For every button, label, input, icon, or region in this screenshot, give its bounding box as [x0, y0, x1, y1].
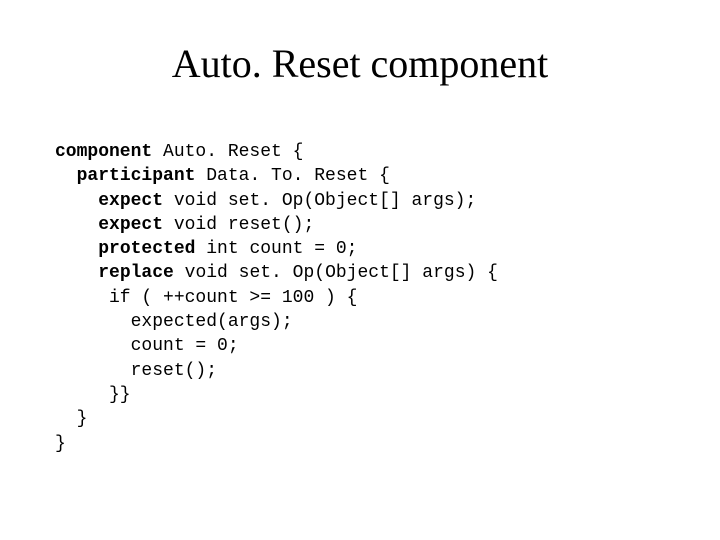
code-text: }}	[55, 385, 131, 405]
code-text: int count = 0;	[195, 239, 357, 259]
code-text: Auto. Reset {	[152, 142, 303, 162]
kw-replace: replace	[98, 263, 174, 283]
kw-protected: protected	[98, 239, 195, 259]
slide: Auto. Reset component component Auto. Re…	[0, 0, 720, 540]
kw-participant: participant	[77, 166, 196, 186]
code-text: if ( ++count >= 100 ) {	[55, 288, 357, 308]
code-text: reset();	[55, 361, 217, 381]
code-text: void set. Op(Object[] args) {	[174, 263, 498, 283]
code-text: void reset();	[163, 215, 314, 235]
code-text: void set. Op(Object[] args);	[163, 191, 476, 211]
code-text: }	[55, 409, 87, 429]
code-text: count = 0;	[55, 336, 239, 356]
slide-title: Auto. Reset component	[0, 40, 720, 87]
code-text: expected(args);	[55, 312, 293, 332]
kw-expect: expect	[98, 215, 163, 235]
code-text: Data. To. Reset {	[195, 166, 389, 186]
kw-expect: expect	[98, 191, 163, 211]
code-block: component Auto. Reset { participant Data…	[55, 140, 498, 456]
kw-component: component	[55, 142, 152, 162]
code-text: }	[55, 434, 66, 454]
